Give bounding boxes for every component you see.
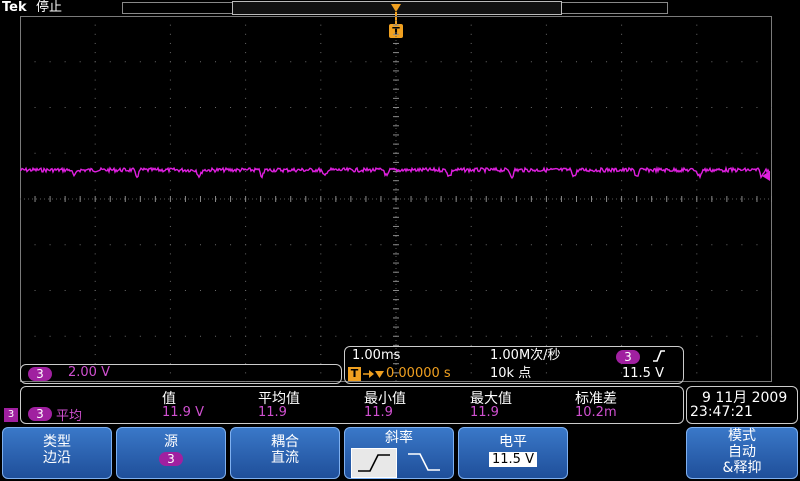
slope-rising-option[interactable] [350,448,397,478]
trigger-arrow-icon [391,4,401,12]
acquisition-status: 停止 [36,0,63,15]
time-readout: 23:47:21 [690,404,753,420]
trigger-source-badge: 3 [616,350,640,364]
menu-type-label: 类型 [43,434,71,450]
menu-type-value: 边沿 [43,450,71,466]
meas-channel-badge: 3 [28,407,52,421]
menu-mode-value: 自动 [728,444,756,460]
menu-level-button[interactable]: 电平 11.5 V [458,427,568,479]
meas-stddev: 10.2m [575,405,617,420]
record-length: 10k 点 [490,366,532,381]
meas-value: 11.9 V [162,405,204,420]
waveform-display[interactable] [20,16,772,382]
channel-scale-value: 2.00 V [68,365,110,380]
time-per-division: 1.00ms [352,348,401,363]
meas-max: 11.9 [470,405,499,420]
trigger-position-arrow-icon [363,370,384,378]
menu-coupling-label: 耦合 [271,434,299,450]
channel-3-trace [20,165,771,180]
sample-rate: 1.00M次/秒 [490,348,561,363]
menu-slope-label: 斜率 [385,430,413,446]
menu-coupling-value: 直流 [271,450,299,466]
menu-mode-button[interactable]: 模式 自动 &释抑 [686,427,798,479]
menu-coupling-button[interactable]: 耦合 直流 [230,427,340,479]
meas-channel-indicator: 3 [4,408,18,422]
slope-falling-option[interactable] [401,448,447,478]
channel-3-level-marker-icon[interactable] [762,171,770,181]
menu-type-button[interactable]: 类型 边沿 [2,427,112,479]
menu-level-value: 11.5 V [489,452,537,467]
graticule-grid [20,16,772,382]
menu-mode-label: 模式 [728,428,756,444]
meas-min: 11.9 [364,405,393,420]
meas-mean: 11.9 [258,405,287,420]
meas-type-label: 平均 [56,409,83,424]
menu-source-badge: 3 [159,452,183,466]
falling-slope-icon [408,453,441,471]
trigger-level-readout: 11.5 V [622,366,664,381]
menu-slope-button[interactable]: 斜率 [344,427,454,479]
trigger-position-value: 0.00000 s [386,366,451,381]
menu-source-button[interactable]: 源 3 [116,427,226,479]
menu-source-label: 源 [164,434,178,450]
rising-slope-icon [357,454,390,472]
rising-edge-icon [653,350,665,362]
menu-level-label: 电平 [499,434,527,450]
menu-mode-holdoff: &释抑 [722,460,762,476]
brand-logo: Tek [2,0,27,15]
trigger-position-t-icon: T [348,367,361,381]
channel-3-badge: 3 [28,367,52,381]
